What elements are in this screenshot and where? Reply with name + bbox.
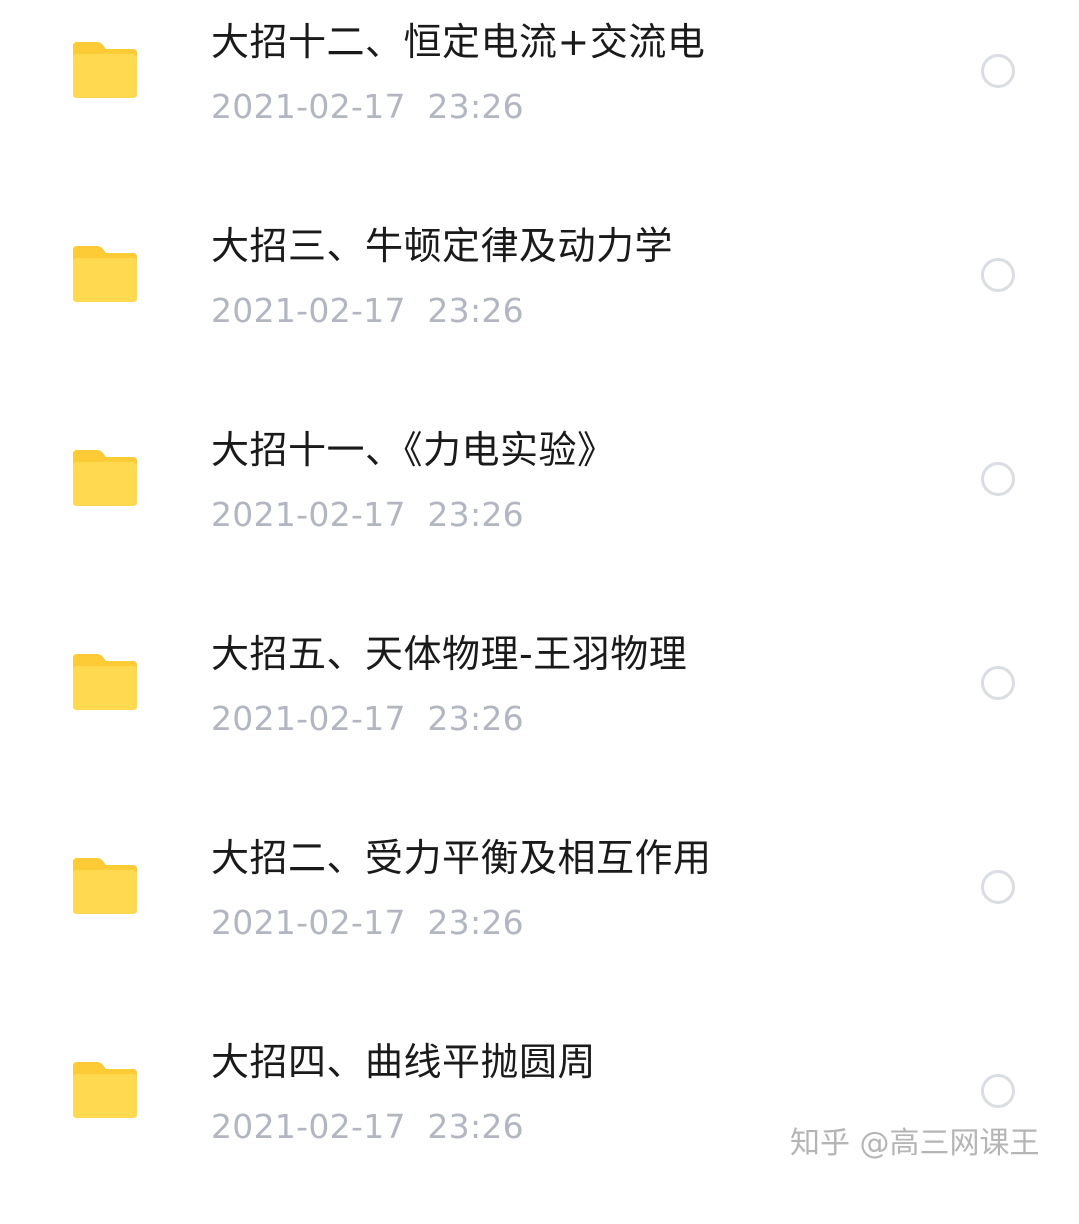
select-radio[interactable] <box>981 54 1015 88</box>
file-date: 2021-02-17 23:26 <box>211 291 524 330</box>
file-row[interactable]: 大招十一、《力电实验》 2021-02-17 23:26 <box>0 408 1079 612</box>
file-row[interactable]: 大招三、牛顿定律及动力学 2021-02-17 23:26 <box>0 204 1079 408</box>
file-row[interactable]: 大招十二、恒定电流+交流电 2021-02-17 23:26 <box>0 0 1079 204</box>
file-date: 2021-02-17 23:26 <box>211 1107 524 1146</box>
file-title: 大招十一、《力电实验》 <box>211 428 616 472</box>
file-title: 大招二、受力平衡及相互作用 <box>211 836 712 880</box>
file-row[interactable]: 大招二、受力平衡及相互作用 2021-02-17 23:26 <box>0 816 1079 1020</box>
file-date: 2021-02-17 23:26 <box>211 699 524 738</box>
select-radio[interactable] <box>981 1074 1015 1108</box>
file-title: 大招四、曲线平抛圆周 <box>211 1040 597 1084</box>
folder-icon <box>73 246 137 302</box>
folder-icon <box>73 654 137 710</box>
file-title: 大招十二、恒定电流+交流电 <box>211 20 706 64</box>
folder-icon <box>73 1062 137 1118</box>
folder-icon <box>73 858 137 914</box>
select-radio[interactable] <box>981 258 1015 292</box>
folder-icon <box>73 450 137 506</box>
file-date: 2021-02-17 23:26 <box>211 495 524 534</box>
file-date: 2021-02-17 23:26 <box>211 903 524 942</box>
watermark: 知乎 @高三网课王 <box>790 1126 1040 1161</box>
folder-icon <box>73 42 137 98</box>
select-radio[interactable] <box>981 870 1015 904</box>
file-row[interactable]: 大招五、天体物理-王羽物理 2021-02-17 23:26 <box>0 612 1079 816</box>
file-row[interactable]: 大招四、曲线平抛圆周 2021-02-17 23:26 <box>0 1020 1079 1224</box>
select-radio[interactable] <box>981 666 1015 700</box>
select-radio[interactable] <box>981 462 1015 496</box>
file-list: 大招十二、恒定电流+交流电 2021-02-17 23:26 大招三、牛顿定律及… <box>0 0 1079 1189</box>
file-date: 2021-02-17 23:26 <box>211 87 524 126</box>
file-title: 大招三、牛顿定律及动力学 <box>211 224 674 268</box>
file-title: 大招五、天体物理-王羽物理 <box>211 632 688 676</box>
